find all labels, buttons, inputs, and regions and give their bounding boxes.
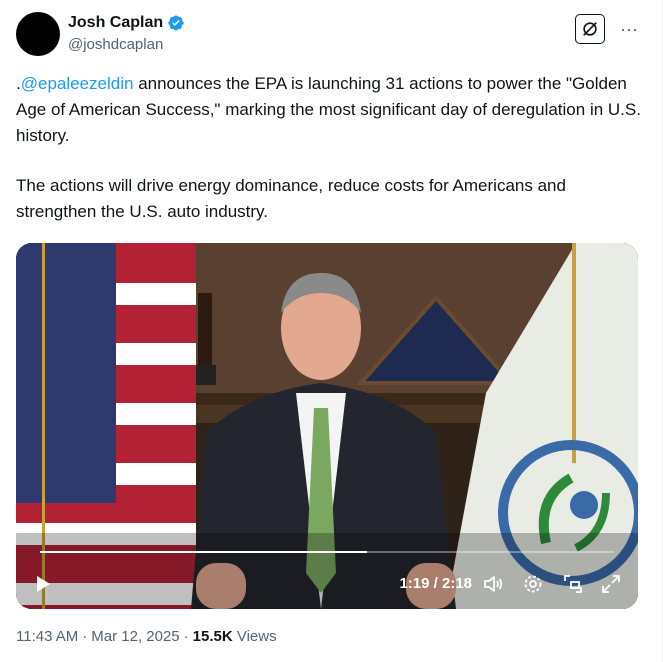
author-handle[interactable]: @joshdcaplan bbox=[68, 36, 185, 53]
video-time-display: 1:19 / 2:18 bbox=[399, 575, 472, 592]
settings-button[interactable] bbox=[522, 573, 544, 595]
tweet-meta: 11:43 AM · Mar 12, 2025 · 15.5K Views bbox=[16, 628, 277, 645]
tweet-paragraph-2: The actions will drive energy dominance,… bbox=[16, 176, 566, 221]
grok-button[interactable] bbox=[575, 14, 605, 44]
fullscreen-icon bbox=[602, 575, 620, 593]
video-frame bbox=[16, 243, 638, 609]
more-options-button[interactable]: ··· bbox=[616, 16, 642, 42]
fullscreen-button[interactable] bbox=[600, 573, 622, 595]
grok-icon bbox=[583, 22, 597, 36]
views-count[interactable]: 15.5K bbox=[193, 628, 233, 645]
picture-in-picture-icon bbox=[564, 575, 582, 593]
play-icon bbox=[37, 576, 50, 592]
volume-icon bbox=[484, 576, 503, 592]
settings-gear-icon bbox=[524, 575, 542, 593]
more-horizontal-icon: ··· bbox=[620, 18, 638, 39]
tweet-time[interactable]: 11:43 AM bbox=[16, 628, 78, 645]
mention-link[interactable]: @epaleezeldin bbox=[21, 74, 134, 93]
author-block: Josh Caplan @joshdcaplan bbox=[68, 12, 185, 53]
tweet-card: Josh Caplan @joshdcaplan ··· .@epaleezel… bbox=[0, 0, 663, 662]
video-player[interactable]: 1:19 / 2:18 bbox=[16, 243, 638, 609]
video-progress-bar[interactable] bbox=[40, 551, 614, 553]
avatar[interactable] bbox=[16, 12, 60, 56]
tweet-date[interactable]: Mar 12, 2025 bbox=[91, 628, 179, 645]
author-name[interactable]: Josh Caplan bbox=[68, 14, 163, 32]
video-time: 1:19 / 2:18 bbox=[399, 575, 472, 592]
picture-in-picture-button[interactable] bbox=[562, 573, 584, 595]
meta-separator: · bbox=[183, 628, 189, 645]
video-progress-fill bbox=[40, 551, 368, 553]
tweet-text: .@epaleezeldin announces the EPA is laun… bbox=[16, 71, 646, 225]
volume-button[interactable] bbox=[482, 573, 504, 595]
views-label: Views bbox=[236, 628, 277, 645]
tweet-paragraph-1: .@epaleezeldin announces the EPA is laun… bbox=[16, 71, 646, 149]
author-name-row: Josh Caplan bbox=[68, 12, 185, 34]
play-button[interactable] bbox=[32, 573, 54, 595]
meta-separator: · bbox=[82, 628, 88, 645]
verified-badge-icon bbox=[167, 14, 185, 32]
